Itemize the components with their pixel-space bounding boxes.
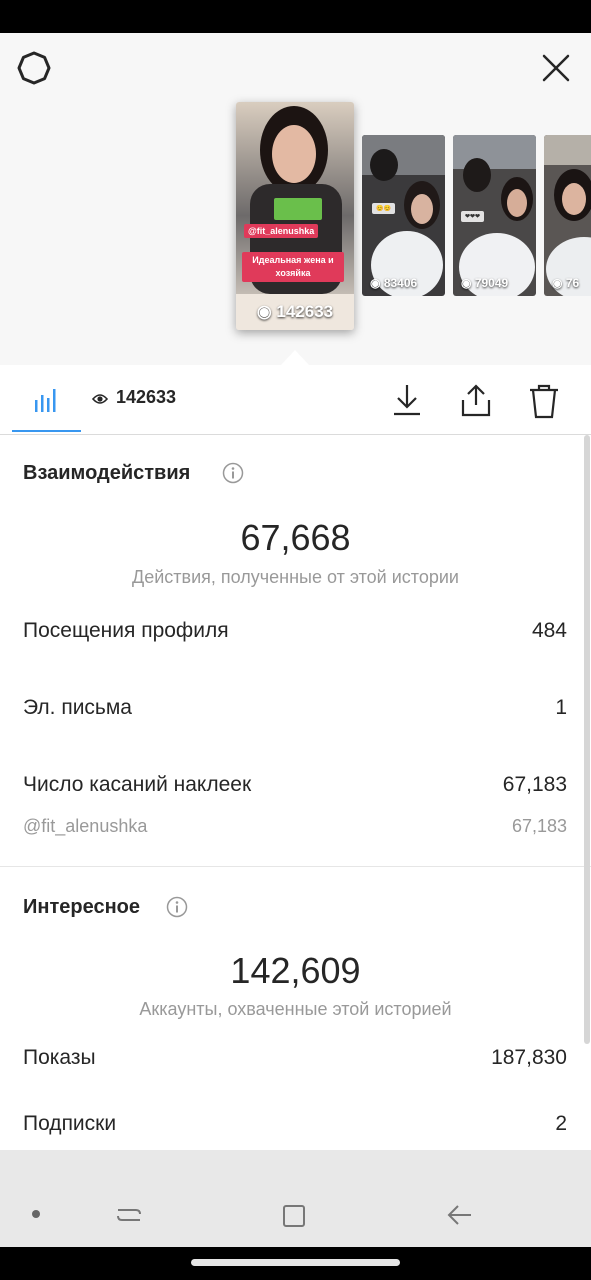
story-insights-screen: @fit_alenushka Идеальная жена и хозяйка …: [0, 33, 591, 1150]
views-count-tab[interactable]: 142633: [116, 387, 176, 408]
home-indicator[interactable]: [191, 1259, 400, 1266]
story-views-count: ◉ 79049: [461, 276, 509, 290]
selection-pointer: [281, 350, 309, 365]
insights-icon[interactable]: [33, 387, 59, 413]
active-tab-indicator: [12, 430, 81, 432]
interactions-caption: Действия, полученные от этой истории: [132, 567, 459, 587]
selected-story-thumbnail[interactable]: @fit_alenushka Идеальная жена и хозяйка …: [236, 102, 354, 330]
interactions-title: Взаимодействия: [23, 462, 191, 484]
story-views-count: ◉ 83406: [370, 276, 418, 290]
status-bar: [0, 0, 591, 33]
gesture-bar: [0, 1247, 591, 1280]
scrollbar[interactable]: [584, 435, 590, 1044]
discovery-title: Интересное: [23, 896, 140, 918]
interactions-total: 67,668: [240, 517, 351, 558]
story-views-count: ◉ 76: [552, 276, 580, 290]
recents-icon[interactable]: [116, 1202, 142, 1228]
home-icon[interactable]: [281, 1203, 307, 1229]
sticker-mention-value: 67,183: [511, 816, 567, 836]
story-thumbnail[interactable]: ❤❤❤ ◉ 79049: [453, 135, 536, 296]
android-nav-bar: [0, 1150, 591, 1247]
story-sticker-small-text: [274, 198, 322, 220]
story-thumbnail[interactable]: ◉ 76: [544, 135, 591, 296]
sticker-mention-label: @fit_alenushka: [23, 816, 148, 836]
story-views-count: ◉ 142633: [256, 302, 334, 321]
story-photo: [362, 135, 445, 296]
nav-dot-icon[interactable]: [32, 1210, 40, 1218]
profile-visits-value: 484: [531, 619, 567, 642]
emails-value: 1: [555, 696, 567, 719]
sticker-taps-value: 67,183: [502, 773, 567, 796]
trash-icon[interactable]: [528, 383, 560, 419]
story-strip: @fit_alenushka Идеальная жена и хозяйка …: [0, 33, 591, 365]
discovery-total: 142,609: [230, 950, 361, 991]
emoji-sticker: 😊😊: [372, 203, 395, 214]
follows-value: 2: [555, 1112, 567, 1135]
follows-label: Подписки: [23, 1112, 117, 1135]
discovery-caption: Аккаунты, охваченные этой историей: [139, 999, 452, 1019]
emoji-sticker: ❤❤❤: [461, 211, 485, 222]
info-icon[interactable]: [166, 896, 188, 918]
back-icon[interactable]: [446, 1201, 474, 1229]
share-icon[interactable]: [460, 383, 492, 417]
mention-sticker: @fit_alenushka: [244, 224, 319, 238]
section-divider: [0, 866, 591, 867]
story-thumbnail[interactable]: 😊😊 ◉ 83406: [362, 135, 445, 296]
close-icon[interactable]: [538, 50, 574, 86]
info-icon[interactable]: [222, 462, 244, 484]
emails-label: Эл. письма: [23, 696, 132, 719]
profile-visits-label: Посещения профиля: [23, 619, 229, 642]
settings-icon[interactable]: [16, 50, 52, 86]
download-icon[interactable]: [392, 383, 422, 417]
impressions-label: Показы: [23, 1046, 96, 1069]
insights-toolbar: 142633: [0, 365, 591, 435]
sticker-taps-label: Число касаний наклеек: [23, 773, 252, 796]
caption-sticker: Идеальная жена и хозяйка: [242, 252, 344, 282]
story-photo: [544, 135, 591, 296]
impressions-value: 187,830: [491, 1046, 567, 1069]
eye-icon[interactable]: [92, 393, 108, 405]
